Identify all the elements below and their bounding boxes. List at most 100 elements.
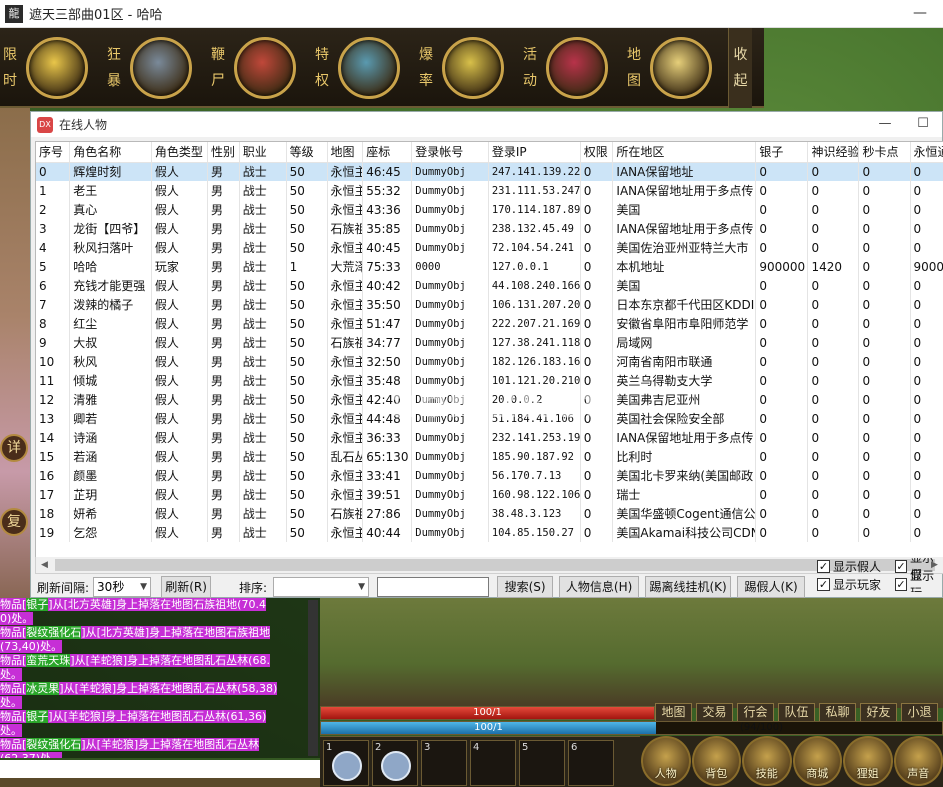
sort-select[interactable]: ▼ (273, 577, 370, 597)
column-header[interactable]: 银子 (755, 142, 809, 163)
column-header[interactable]: 秒卡点 (858, 142, 911, 163)
feature-privilege[interactable]: 特权 (312, 28, 416, 108)
table-row[interactable]: 16颜墨假人男战士50永恒主33:41DummyObj56.170.7.130美… (36, 466, 943, 485)
feature-limited-time[interactable]: 限时 (0, 28, 104, 108)
table-cell: 0 (858, 276, 911, 295)
table-cell: 0 (580, 314, 614, 333)
feature-drop-rate[interactable]: 爆率 (416, 28, 520, 108)
table-row[interactable]: 17芷玥假人男战士50永恒主39:51DummyObj160.98.122.10… (36, 485, 943, 504)
table-cell: 0 (807, 238, 860, 257)
table-cell: 50 (286, 333, 328, 352)
main-menu-button[interactable]: 狸姐 (843, 736, 893, 786)
table-row[interactable]: 6充钱才能更强假人男战士50永恒主40:42DummyObj44.108.240… (36, 276, 943, 295)
character-info-button[interactable]: 人物信息(H) (559, 576, 640, 598)
table-row[interactable]: 4秋风扫落叶假人男战士50永恒主40:45DummyObj72.104.54.2… (36, 238, 943, 257)
column-header[interactable]: 永恒通宝 (910, 142, 943, 163)
search-input[interactable] (377, 577, 490, 597)
main-menu-button[interactable]: 技能 (742, 736, 792, 786)
column-header[interactable]: 所在地区 (612, 142, 757, 163)
feature-whip-corpse[interactable]: 鞭尸 (208, 28, 312, 108)
table-cell: 男 (207, 523, 240, 542)
hud-menu-button[interactable]: 队伍 (778, 703, 815, 722)
feature-event[interactable]: 活动 (520, 28, 624, 108)
column-header[interactable]: 序号 (36, 142, 71, 163)
table-row[interactable]: 3龙街【四爷】假人男战士50石族祖35:85DummyObj238.132.45… (36, 219, 943, 238)
checkbox-check-icon: ✓ (895, 577, 908, 591)
show-dummy-checkbox[interactable]: ✓ 显示假人 (817, 558, 881, 574)
table-row[interactable]: 8红尘假人男战士50永恒主51:47DummyObj222.207.21.169… (36, 314, 943, 333)
table-cell: 0 (858, 333, 911, 352)
table-row[interactable]: 9大叔假人男战士50石族祖34:77DummyObj127.38.241.118… (36, 333, 943, 352)
main-menu-button[interactable]: 声音 (893, 736, 943, 786)
table-row[interactable]: 19乞怨假人男战士50永恒主40:44DummyObj104.85.150.27… (36, 523, 943, 542)
dialog-minimize-button[interactable]: — (870, 112, 900, 137)
table-row[interactable]: 18妍希假人男战士50石族祖27:86DummyObj38.48.3.1230美… (36, 504, 943, 523)
revive-round-button[interactable]: 复 (0, 508, 28, 536)
column-header[interactable]: 地图 (327, 142, 364, 163)
column-header[interactable]: 职业 (239, 142, 287, 163)
show-player-checkbox-2[interactable]: ✓显示玩 (895, 569, 943, 592)
collapse-button[interactable]: 收起 (728, 28, 752, 108)
table-cell: 0 (755, 295, 809, 314)
scroll-left-icon[interactable]: ◀ (36, 557, 53, 574)
quick-slot[interactable]: 1 (323, 740, 369, 786)
table-cell: 170.114.187.89 (488, 200, 581, 219)
quick-slot[interactable]: 2 (372, 740, 418, 786)
dialog-maximize-button[interactable]: ☐ (908, 112, 938, 137)
table-row[interactable]: 0辉煌时刻假人男战士50永恒主46:45DummyObj247.141.139.… (36, 162, 943, 181)
feature-berserk-sword[interactable]: 狂暴 (104, 28, 208, 108)
column-header[interactable]: 角色类型 (151, 142, 209, 163)
quick-slot[interactable]: 5 (519, 740, 565, 786)
kick-offline-afk-button[interactable]: 踢离线挂机(K) (645, 576, 732, 598)
table-row[interactable]: 15若涵假人男战士50乱石丛65:130DummyObj185.90.187.9… (36, 447, 943, 466)
column-header[interactable]: 登录帐号 (411, 142, 489, 163)
table-cell: 50 (286, 314, 328, 333)
column-header[interactable]: 等级 (286, 142, 328, 163)
table-row[interactable]: 7泼辣的橘子假人男战士50永恒主35:50DummyObj106.131.207… (36, 295, 943, 314)
table-cell: 老王 (69, 181, 152, 200)
feature-map-scroll[interactable]: 地图 (624, 28, 728, 108)
minimize-button[interactable]: — (897, 0, 943, 28)
table-row[interactable]: 10秋风假人男战士50永恒主32:50DummyObj182.126.183.1… (36, 352, 943, 371)
table-row[interactable]: 5哈哈玩家男战士1大荒泽75:330000127.0.0.10本机地址90000… (36, 257, 943, 276)
table-row[interactable]: 14诗涵假人男战士50永恒主36:33DummyObj232.141.253.1… (36, 428, 943, 447)
players-grid[interactable]: 序号 角色名称 角色类型 性别 职业 等级 地图 座标 登录帐号 登录IP 权限 所在地区 银子 神识经验… (35, 141, 943, 559)
horizontal-scrollbar[interactable]: ◀ ▶ (35, 557, 943, 574)
chat-input[interactable] (0, 760, 320, 778)
table-cell: 永恒主 (327, 466, 364, 485)
hud-menu-button[interactable]: 私聊 (819, 703, 856, 722)
chat-log[interactable]: 物品[银子]从[北方英雄]身上掉落在地图石族祖地(70.4 0)处。 物品[裂纹强化… (0, 598, 320, 758)
chat-channel-tabs[interactable] (0, 778, 320, 787)
detail-round-button[interactable]: 详 (0, 434, 28, 462)
show-player-checkbox[interactable]: ✓ 显示玩家 (817, 576, 881, 592)
quick-slot[interactable]: 4 (470, 740, 516, 786)
column-header[interactable]: 角色名称 (69, 142, 152, 163)
hud-menu-button[interactable]: 小退 (901, 703, 938, 722)
refresh-button[interactable]: 刷新(R) (161, 576, 212, 598)
main-menu-button[interactable]: 背包 (691, 736, 741, 786)
refresh-interval-select[interactable]: 30秒 ▼ (93, 577, 152, 597)
main-menu-button[interactable]: 商城 (792, 736, 842, 786)
table-cell: 0 (807, 523, 860, 542)
hud-menu-button[interactable]: 好友 (860, 703, 897, 722)
column-header[interactable]: 神识经验 (807, 142, 860, 163)
table-cell: 0 (910, 314, 943, 333)
column-header[interactable]: 性别 (207, 142, 240, 163)
chat-scrollbar[interactable] (308, 600, 318, 756)
column-header[interactable]: 座标 (362, 142, 413, 163)
table-row[interactable]: 1老王假人男战士50永恒主55:32DummyObj231.111.53.247… (36, 181, 943, 200)
hud-menu-button[interactable]: 地图 (655, 703, 692, 722)
kick-dummy-button[interactable]: 踢假人(K) (737, 576, 806, 598)
hud-menu-button[interactable]: 行会 (737, 703, 774, 722)
limited-time-icon (26, 37, 88, 99)
quick-slot[interactable]: 3 (421, 740, 467, 786)
scrollbar-thumb[interactable] (55, 559, 935, 571)
table-row[interactable]: 2真心假人男战士50永恒主43:36DummyObj170.114.187.89… (36, 200, 943, 219)
quick-slot[interactable]: 6 (568, 740, 614, 786)
main-menu-button[interactable]: 人物 (641, 736, 691, 786)
column-header[interactable]: 权限 (580, 142, 614, 163)
hud-menu-button[interactable]: 交易 (696, 703, 733, 722)
column-header[interactable]: 登录IP (488, 142, 581, 163)
main-menu-label: 背包 (705, 767, 728, 780)
search-button[interactable]: 搜索(S) (497, 576, 554, 598)
